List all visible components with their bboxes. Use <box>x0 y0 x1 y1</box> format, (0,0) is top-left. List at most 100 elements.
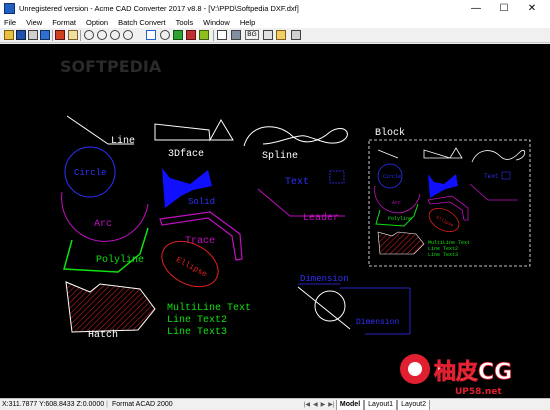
convert-icon[interactable] <box>55 30 65 40</box>
label-3dface: 3Dface <box>168 148 204 160</box>
label-multiline-2: Line Text2 <box>167 314 227 326</box>
label-text: Text <box>285 177 309 188</box>
zoom-previous-icon[interactable] <box>160 30 170 40</box>
menu-option[interactable]: Option <box>81 18 113 27</box>
menu-window[interactable]: Window <box>198 18 235 27</box>
label-polyline: Polyline <box>96 254 144 266</box>
block-trace <box>427 195 469 221</box>
toolbar-separator <box>80 30 81 41</box>
label-circle: Circle <box>74 168 106 178</box>
label-block: Block <box>375 127 405 139</box>
label-multiline-3: Line Text3 <box>167 326 227 338</box>
watermark-logo-icon-inner <box>408 362 422 376</box>
last-layout-button[interactable]: ▶| <box>327 401 336 408</box>
menu-format[interactable]: Format <box>47 18 81 27</box>
block-label-text: Text <box>484 173 498 180</box>
label-leader: Leader <box>303 212 339 224</box>
label-spline: Spline <box>262 150 298 162</box>
window-title: Unregistered version - Acme CAD Converte… <box>19 3 299 13</box>
text-icon[interactable] <box>263 30 273 40</box>
bg-button[interactable]: BG <box>245 30 259 40</box>
block-hatch <box>377 231 425 255</box>
toolbar-separator <box>213 30 214 41</box>
block-label-ellipse: Ellipse <box>435 214 455 228</box>
status-coordinates: X:311.7877 Y:608.8433 Z:0.0000 <box>2 401 105 408</box>
hatch-entity <box>65 281 156 333</box>
first-layout-button[interactable]: |◀ <box>302 401 311 408</box>
label-dimension: Dimension <box>300 274 349 284</box>
zoom-out-icon[interactable] <box>97 30 107 40</box>
label-trace: Trace <box>185 236 215 247</box>
status-bar: X:311.7877 Y:608.8433 Z:0.0000 | Format … <box>0 398 550 410</box>
zoom-in-icon[interactable] <box>84 30 94 40</box>
label-ellipse: Ellipse <box>174 256 208 280</box>
label-solid: Solid <box>188 197 215 207</box>
block-solid <box>428 174 458 198</box>
line-entity <box>66 115 109 145</box>
block-leader <box>469 183 489 201</box>
minimize-icon: — <box>471 2 481 14</box>
arc-entity <box>61 191 149 242</box>
tab-model[interactable]: Model <box>335 399 365 410</box>
menu-file[interactable]: File <box>0 18 21 27</box>
dimension-diagonal <box>297 286 351 330</box>
dimension-circle <box>314 290 346 322</box>
close-icon: ✕ <box>527 2 537 14</box>
label-hatch: Hatch <box>88 329 118 341</box>
zoom-window-icon[interactable] <box>110 30 120 40</box>
block-label-circle: Circle <box>383 174 401 180</box>
open-icon[interactable] <box>4 30 14 40</box>
drawing-svg: SOFTPEDIA Line 3Dface Spline Circle Arc … <box>60 57 531 397</box>
measure-icon[interactable] <box>186 30 196 40</box>
bw-icon[interactable] <box>217 30 227 40</box>
menu-bar: File View Format Option Batch Convert To… <box>0 16 550 28</box>
tab-layout1[interactable]: Layout1 <box>364 399 398 410</box>
maximize-icon: ☐ <box>499 2 509 14</box>
block-line <box>377 149 399 159</box>
tab-layout2[interactable]: Layout2 <box>397 399 430 410</box>
leader-entity <box>257 188 291 217</box>
color-icon[interactable] <box>199 30 209 40</box>
drawing-canvas[interactable]: SOFTPEDIA Line 3Dface Spline Circle Arc … <box>0 44 550 398</box>
info-icon[interactable] <box>291 30 301 40</box>
block-label-arc: Arc <box>392 200 401 206</box>
app-icon <box>4 2 15 14</box>
menu-tools[interactable]: Tools <box>171 18 199 27</box>
label-multiline-1: MultiLine Text <box>167 302 251 314</box>
prev-layout-button[interactable]: ◀ <box>311 401 319 408</box>
zoom-realtime-icon[interactable] <box>123 30 133 40</box>
watermark-site-logo: 柚皮CG <box>434 359 512 385</box>
status-format: Format ACAD 2000 <box>111 401 173 408</box>
minimize-button[interactable]: — <box>462 0 490 16</box>
close-button[interactable]: ✕ <box>518 0 546 16</box>
pan-icon[interactable] <box>68 30 78 40</box>
label-dimension-value: Dimension <box>356 318 399 327</box>
menu-view[interactable]: View <box>21 18 47 27</box>
3dface-entity <box>154 118 234 142</box>
save-icon[interactable] <box>16 30 26 40</box>
softpedia-watermark: SOFTPEDIA <box>60 57 162 76</box>
menu-help[interactable]: Help <box>235 18 260 27</box>
toolbar-separator <box>52 30 53 41</box>
watermark-site-url: UP58.net <box>455 387 502 397</box>
block-text-box <box>501 171 511 180</box>
layer-icon[interactable] <box>173 30 183 40</box>
maximize-button[interactable]: ☐ <box>490 0 518 16</box>
label-arc: Arc <box>94 219 112 230</box>
label-line: Line <box>111 135 135 147</box>
background-icon[interactable] <box>231 30 241 40</box>
settings-icon[interactable] <box>276 30 286 40</box>
toolbar: BG <box>0 28 550 43</box>
block-label-multiline-3: Line Text3 <box>428 252 458 258</box>
print-icon[interactable] <box>28 30 38 40</box>
zoom-extents-icon[interactable] <box>146 30 156 40</box>
block-spline <box>471 150 526 163</box>
title-bar: Unregistered version - Acme CAD Converte… <box>0 0 550 16</box>
block-label-polyline: Polyline <box>388 216 412 222</box>
block-3dface <box>423 147 463 159</box>
next-layout-button[interactable]: ▶ <box>319 401 327 408</box>
menu-batch-convert[interactable]: Batch Convert <box>113 18 171 27</box>
text-box-entity <box>329 170 345 184</box>
spline-entity <box>243 126 348 147</box>
export-icon[interactable] <box>40 30 50 40</box>
